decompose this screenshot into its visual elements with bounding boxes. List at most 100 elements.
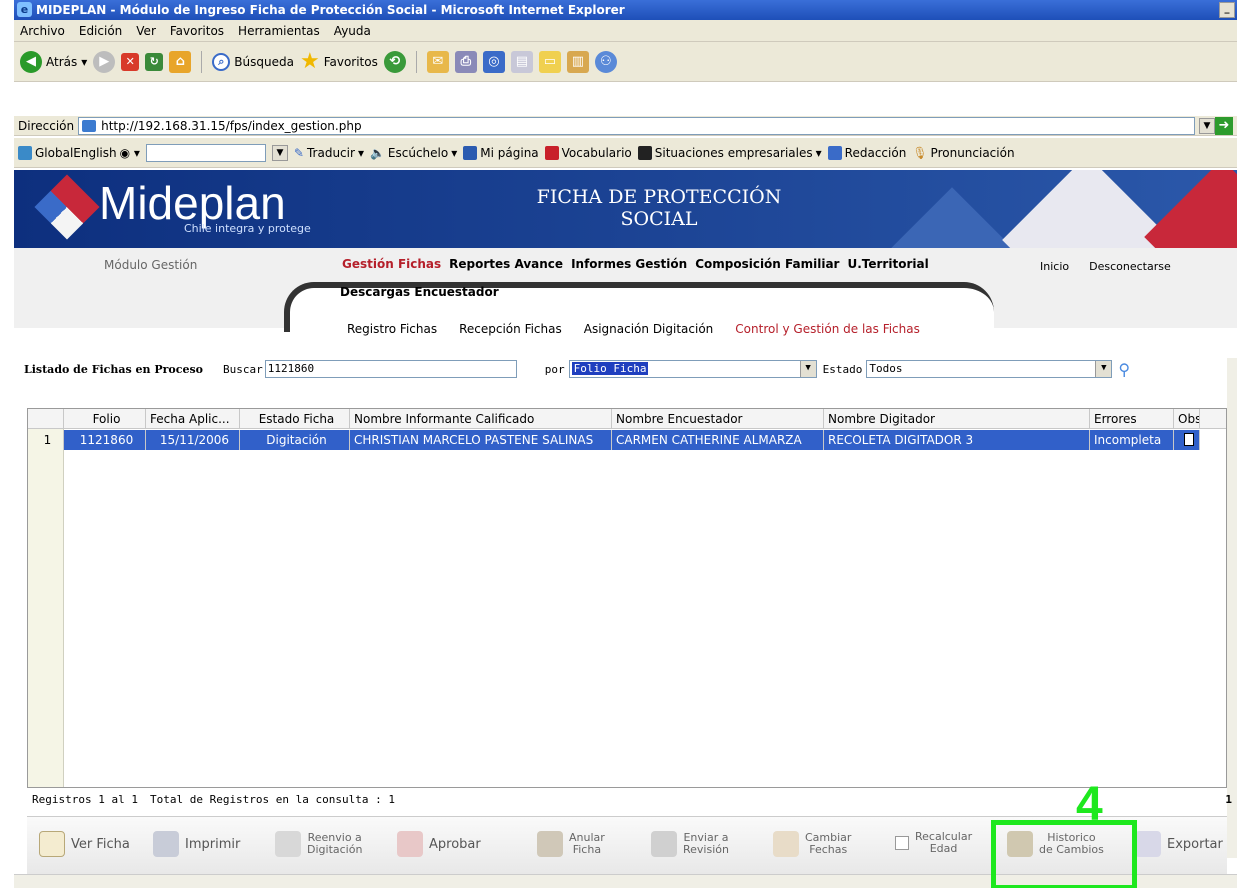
estado-select[interactable]: Todos ▼ [866,360,1113,378]
translate-dropdown-icon[interactable]: ▼ [271,144,288,161]
header-encuestador[interactable]: Nombre Encuestador [612,409,824,428]
menu-favoritos[interactable]: Favoritos [170,24,224,38]
buscar-input[interactable]: 1121860 [264,360,517,378]
briefcase-icon [637,145,652,160]
inicio-link[interactable]: Inicio [1040,260,1069,273]
menu-herramientas[interactable]: Herramientas [238,24,320,38]
nav-reportes-avance[interactable]: Reportes Avance [449,257,563,271]
por-select-value: Folio Ficha [571,362,649,375]
registros-range: Registros 1 al 1 [32,793,138,806]
cell-folio[interactable]: 1121860 [64,430,146,450]
folder-icon[interactable]: ▭ [538,50,561,73]
table-row[interactable]: 1 1121860 15/11/2006 Digitación CHRISTIA… [28,430,1226,450]
vocabulario-link[interactable]: Vocabulario [544,145,632,160]
favorites-button[interactable]: ★ Favoritos [300,49,378,74]
address-bar: Dirección http://192.168.31.15/fps/index… [14,116,1237,136]
registros-total: Total de Registros en la consulta : 1 [149,793,396,806]
page-number: 1 [1225,793,1232,806]
cell-encuestador[interactable]: CARMEN CATHERINE ALMARZA [612,430,824,450]
edit-icon[interactable]: ▤ [510,50,533,73]
nav-descargas-encuestador[interactable]: Descargas Encuestador [340,285,499,299]
back-button[interactable]: ◀ Atrás ▾ [20,50,87,73]
exportar-button[interactable]: Exportar [1135,831,1223,857]
speaker-icon: 🔈 [369,145,385,160]
header-digitador[interactable]: Nombre Digitador [824,409,1090,428]
people-icon[interactable]: ⚇ [594,50,617,73]
mipagina-link[interactable]: Mi página [463,145,539,160]
situaciones-link[interactable]: Situaciones empresariales ▾ [637,145,822,160]
user-links: Inicio Desconectarse [1040,260,1171,273]
address-url: http://192.168.31.15/fps/index_gestion.p… [101,118,362,133]
search-label: Búsqueda [234,54,294,69]
cell-fecha[interactable]: 15/11/2006 [146,430,240,450]
refresh-icon[interactable]: ↻ [145,52,164,71]
forward-arrow-icon[interactable]: ▶ [93,50,116,73]
aprobar-button[interactable]: Aprobar [397,831,481,857]
subnav-recepcion-fichas[interactable]: Recepción Fichas [459,322,562,336]
cambiar-fechas-button[interactable]: Cambiar Fechas [773,831,851,857]
cell-digitador[interactable]: RECOLETA DIGITADOR 3 [824,430,1090,450]
recalcular-edad-button[interactable]: Recalcular Edad [895,831,972,855]
chevron-down-icon: ▼ [1095,361,1112,377]
home-icon[interactable]: ⌂ [169,50,192,73]
stop-icon[interactable]: ✕ [121,52,140,71]
go-arrow-icon[interactable]: ➜ [1215,116,1233,135]
search-icon[interactable]: ⚲ [1118,360,1130,379]
print-icon[interactable]: ⎙ [454,50,477,73]
desconectarse-link[interactable]: Desconectarse [1089,260,1171,273]
header-informante[interactable]: Nombre Informante Calificado [350,409,612,428]
main-nav: Gestión Fichas Reportes Avance Informes … [342,257,929,271]
header-fecha[interactable]: Fecha Aplic... [146,409,240,428]
subnav-control-gestion[interactable]: Control y Gestión de las Fichas [735,322,920,336]
nav-u-territorial[interactable]: U.Territorial [847,257,928,271]
menu-ayuda[interactable]: Ayuda [334,24,371,38]
redaccion-link[interactable]: Redacción [827,145,907,160]
cell-errores[interactable]: Incompleta [1090,430,1174,450]
subnav-registro-fichas[interactable]: Registro Fichas [347,322,437,336]
mail-icon[interactable]: ✉ [426,50,449,73]
sub-nav: Registro Fichas Recepción Fichas Asignac… [347,322,920,336]
header-folio[interactable]: Folio [64,409,146,428]
nav-informes-gestion[interactable]: Informes Gestión [571,257,687,271]
header-estado[interactable]: Estado Ficha [240,409,350,428]
vertical-scrollbar[interactable] [1227,358,1237,858]
reenvio-button[interactable]: Reenvio a Digitación [275,831,362,857]
search-button[interactable]: ⌕ Búsqueda [212,52,294,71]
cell-estado[interactable]: Digitación [240,430,350,450]
messenger-icon[interactable]: ◎ [482,50,505,73]
ficha-icon [39,831,65,857]
nav-composicion-familiar[interactable]: Composición Familiar [695,257,839,271]
redaccion-label: Redacción [844,145,907,160]
anular-label-2: Ficha [572,843,602,856]
links-bar: GlobalEnglish ◉ ▾ ▼ ✎ Traducir ▾ 🔈 Escúc… [14,138,1237,168]
history-icon[interactable]: ⟲ [383,50,406,73]
ver-ficha-button[interactable]: Ver Ficha [39,831,130,857]
escuchelo-link[interactable]: 🔈 Escúchelo ▾ [370,146,457,160]
grid-header: Folio Fecha Aplic... Estado Ficha Nombre… [28,409,1226,429]
menu-archivo[interactable]: Archivo [20,24,65,38]
translate-input[interactable] [145,143,266,162]
cell-obs[interactable] [1174,430,1200,450]
menu-edicion[interactable]: Edición [79,24,122,38]
site-banner: Mideplan Chile integra y protege FICHA D… [14,170,1237,248]
address-input[interactable]: http://192.168.31.15/fps/index_gestion.p… [78,116,1195,135]
header-obs[interactable]: Obs [1174,409,1200,428]
subnav-asignacion-digitacion[interactable]: Asignación Digitación [584,322,714,336]
nav-gestion-fichas[interactable]: Gestión Fichas [342,257,441,271]
minimize-button[interactable]: _ [1219,2,1235,18]
traducir-link[interactable]: ✎ Traducir ▾ [294,146,364,160]
globe-icon [18,145,32,160]
por-select[interactable]: Folio Ficha ▼ [568,360,817,378]
address-dropdown-icon[interactable]: ▼ [1199,117,1215,134]
enviar-revision-button[interactable]: Enviar a Revisión [651,831,729,857]
document-icon[interactable] [1183,433,1194,446]
anular-button[interactable]: Anular Ficha [537,831,605,857]
header-errores[interactable]: Errores [1090,409,1174,428]
menu-ver[interactable]: Ver [136,24,156,38]
research-icon[interactable]: ▥ [566,50,589,73]
row-number-column [28,429,64,787]
globalenglish-link[interactable]: GlobalEnglish ◉ ▾ [18,145,140,160]
pronunciacion-link[interactable]: 🎙 Pronunciación [912,146,1014,160]
imprimir-button[interactable]: Imprimir [153,831,240,857]
cell-informante[interactable]: CHRISTIAN MARCELO PASTENE SALINAS [350,430,612,450]
